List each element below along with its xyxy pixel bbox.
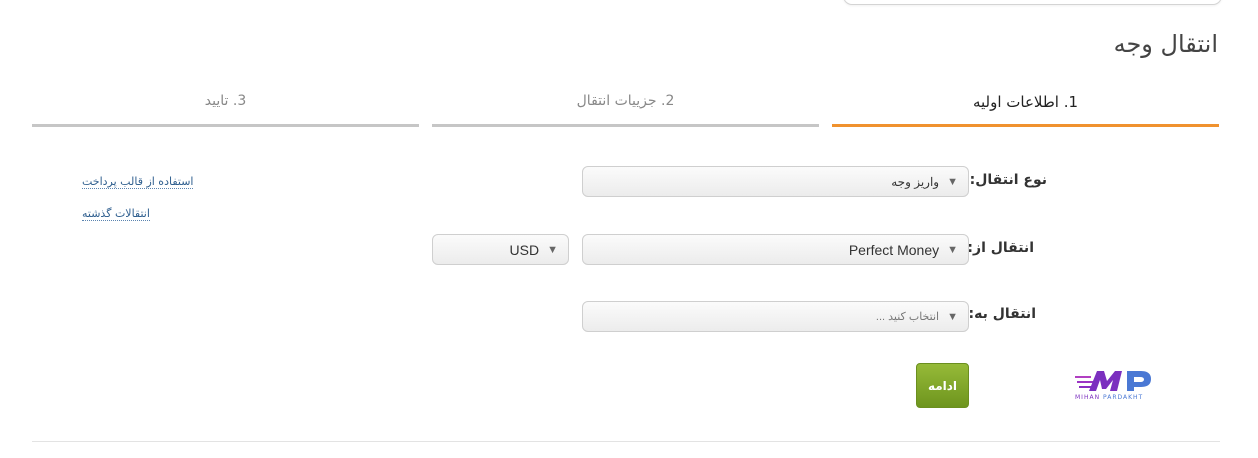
transfer-to-select[interactable]: انتخاب کنید ... ▼ — [582, 301, 969, 332]
transfer-from-select[interactable]: Perfect Money ▼ — [582, 234, 969, 265]
transfer-from-value: Perfect Money — [848, 241, 940, 258]
step-tab-initial-info[interactable]: 1. اطلاعات اولیه — [832, 90, 1219, 127]
step-tab-transfer-details[interactable]: 2. جزییات انتقال — [432, 90, 819, 127]
transfer-type-value: واریز وجه — [891, 174, 940, 189]
top-search-box[interactable] — [843, 0, 1222, 5]
transfer-type-select[interactable]: واریز وجه ▼ — [582, 166, 969, 197]
step-progress-bar — [832, 124, 1219, 127]
step-progress-bar — [432, 124, 819, 127]
transfer-type-label: نوع انتقال: — [969, 172, 1047, 188]
caret-down-icon: ▼ — [947, 310, 958, 323]
transfer-from-label: انتقال از: — [967, 240, 1034, 256]
logo-mark-icon — [1075, 371, 1151, 391]
step-label: 2. جزییات انتقال — [576, 93, 675, 109]
transfer-to-label: انتقال به: — [968, 306, 1036, 322]
currency-value: USD — [509, 241, 540, 258]
caret-down-icon: ▼ — [947, 243, 958, 256]
continue-button[interactable]: ادامه — [916, 363, 969, 408]
mihan-pardakht-logo: MIHAN PARDAKHT — [1075, 368, 1155, 404]
logo-text-part1: MIHAN — [1075, 394, 1101, 401]
caret-down-icon: ▼ — [947, 175, 958, 188]
past-transfers-link[interactable]: انتقالات گذشته — [82, 207, 150, 221]
logo-text-part2: PARDAKHT — [1102, 394, 1144, 401]
caret-down-icon: ▼ — [547, 243, 558, 256]
use-payment-template-link[interactable]: استفاده از قالب پرداخت — [82, 175, 194, 189]
step-label: 1. اطلاعات اولیه — [972, 93, 1079, 111]
transfer-to-placeholder: انتخاب کنید ... — [875, 311, 940, 323]
page-title: انتقال وجه — [1113, 30, 1218, 58]
step-label: 3. تایید — [204, 93, 247, 109]
currency-select[interactable]: USD ▼ — [432, 234, 569, 265]
bottom-divider — [32, 441, 1220, 442]
step-tab-confirm[interactable]: 3. تایید — [32, 90, 419, 127]
step-progress-bar — [32, 124, 419, 127]
